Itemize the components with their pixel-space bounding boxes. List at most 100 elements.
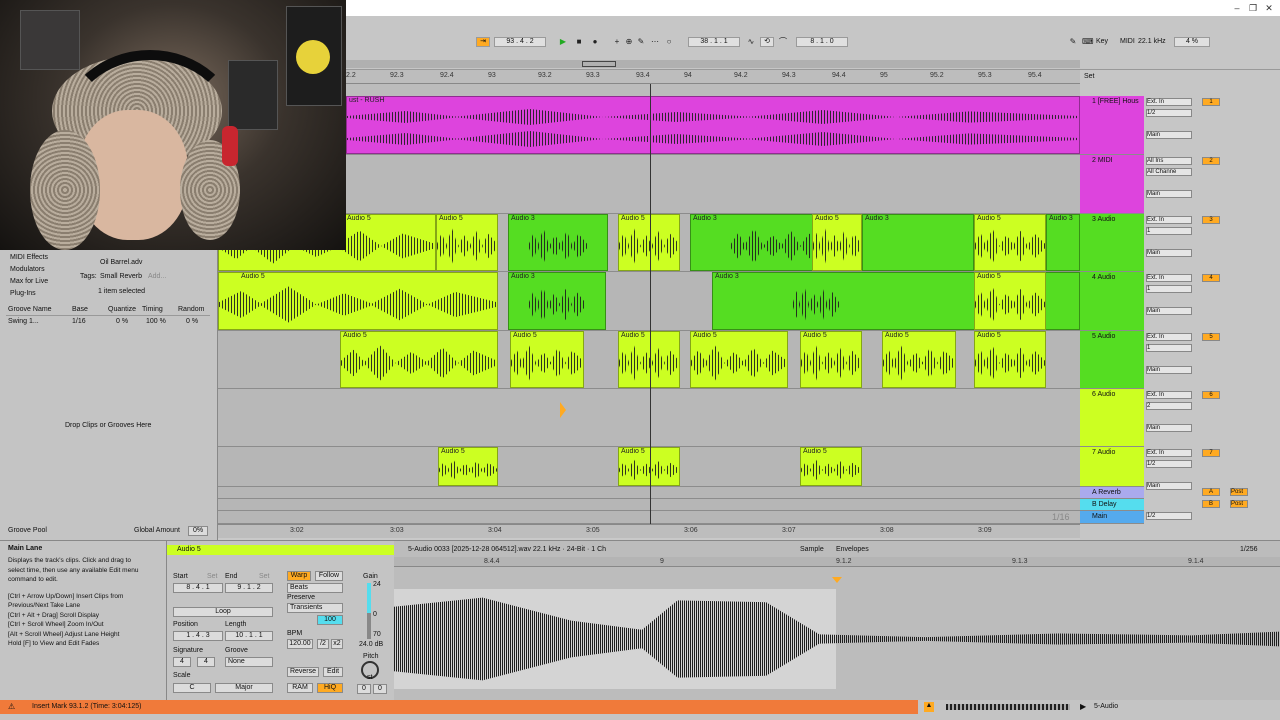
input-channel[interactable]: 1	[1146, 285, 1192, 293]
return-lane-a[interactable]	[218, 487, 1080, 499]
follow-button[interactable]: Follow	[315, 571, 343, 581]
end-field[interactable]: 9 . 1 . 2	[225, 583, 273, 593]
output-type[interactable]: Main	[1146, 424, 1192, 432]
clip-title-bar[interactable]: Audio 5	[167, 545, 395, 555]
clip-audio5[interactable]: Audio 5	[436, 214, 498, 271]
bpm-field[interactable]: 120.00	[287, 639, 313, 649]
track-activator[interactable]: 6	[1202, 391, 1220, 399]
play-icon[interactable]: ▶	[558, 37, 568, 47]
clip-audio5[interactable]: Audio 5	[974, 272, 1046, 330]
reverse-button[interactable]: Reverse	[287, 667, 319, 677]
half-tempo-button[interactable]: /2	[317, 639, 329, 649]
clip-audio5[interactable]: Audio 5	[800, 331, 862, 388]
punch-out-icon[interactable]: ⌒	[778, 37, 788, 47]
track-activator[interactable]: 3	[1202, 216, 1220, 224]
capture-icon[interactable]: ⋯	[650, 37, 660, 47]
sample-editor[interactable]: 5-Audio 0033 [2025-12-28 064512].wav 22.…	[394, 540, 1280, 700]
input-type[interactable]: Ext. In	[1146, 274, 1192, 282]
clip-audio5[interactable]: Audio 5	[618, 447, 680, 486]
sig-denominator[interactable]: 4	[197, 657, 215, 667]
track-activator[interactable]: 1	[1202, 98, 1220, 106]
track-lane-3[interactable]: Audio 5 Audio 5 Audio 3 Audio 5 Audio 3 …	[218, 214, 1080, 272]
input-channel[interactable]: 1/2	[1146, 460, 1192, 468]
scale-root[interactable]: C	[173, 683, 211, 693]
browser-file[interactable]: Oil Barrel.adv	[100, 259, 142, 266]
input-channel[interactable]: 1	[1146, 227, 1192, 235]
input-channel[interactable]: 2	[1146, 402, 1192, 410]
clip-audio3[interactable]: Audio 3	[508, 272, 606, 330]
play-track-icon[interactable]: ▶	[1080, 702, 1086, 711]
clip-audio3[interactable]: Audio 3	[1046, 214, 1080, 271]
beat-ruler[interactable]: 2.2 92.3 92.4 93 93.2 93.3 93.4 94 94.2 …	[346, 70, 1080, 84]
close-icon[interactable]: ✕	[1262, 2, 1276, 14]
output-type[interactable]: Main	[1146, 190, 1192, 198]
song-position-field[interactable]: 93 . 4 . 2	[494, 37, 546, 47]
computer-keyboard-icon[interactable]: ⌨	[1082, 37, 1094, 47]
clip-audio5[interactable]: Audio 5	[340, 331, 498, 388]
clip-audio5[interactable]: Audio 5	[510, 331, 584, 388]
groove-random[interactable]: 0 %	[186, 318, 198, 325]
sample-tab[interactable]: Sample	[800, 546, 824, 553]
post-button[interactable]: Post	[1230, 500, 1248, 508]
groove-timing[interactable]: 100 %	[146, 318, 166, 325]
track-header-1[interactable]: 1 [FREE] Hous	[1080, 96, 1144, 155]
clip-audio5[interactable]: Audio 5	[438, 447, 498, 486]
input-type[interactable]: Ext. In	[1146, 333, 1192, 341]
clip-audio3[interactable]: Audio 3	[508, 214, 608, 271]
track-header-7[interactable]: 7 Audio	[1080, 447, 1144, 487]
track-activator[interactable]: 7	[1202, 449, 1220, 457]
automation-icon[interactable]: ✎	[636, 37, 646, 47]
key-map-button[interactable]: Key	[1096, 38, 1108, 45]
groove-select[interactable]: None	[225, 657, 273, 667]
loop-icon[interactable]: ⟲	[760, 37, 774, 47]
scale-mode[interactable]: Major	[215, 683, 273, 693]
pitch-cents[interactable]: 0	[373, 684, 387, 694]
track-activator[interactable]: 5	[1202, 333, 1220, 341]
tag[interactable]: Small Reverb	[100, 273, 142, 280]
input-type[interactable]: Ext. In	[1146, 98, 1192, 106]
input-type[interactable]: Ext. In	[1146, 216, 1192, 224]
ram-button[interactable]: RAM	[287, 683, 313, 693]
input-channel[interactable]: 1	[1146, 344, 1192, 352]
return-activator[interactable]: A	[1202, 488, 1220, 496]
loop-length-field[interactable]: 8 . 1 . 0	[796, 37, 848, 47]
overview-strip[interactable]	[346, 60, 1080, 68]
input-channel[interactable]: 1/2	[1146, 109, 1192, 117]
clip-audio5[interactable]: Audio 5	[618, 214, 680, 271]
track-header-3[interactable]: 3 Audio	[1080, 214, 1144, 272]
input-channel[interactable]: All Channe	[1146, 168, 1192, 176]
overview-viewport[interactable]	[582, 61, 616, 67]
return-activator[interactable]: B	[1202, 500, 1220, 508]
return-header-a[interactable]: A Reverb	[1080, 487, 1144, 499]
output-type[interactable]: Main	[1146, 131, 1192, 139]
input-type[interactable]: Ext. In	[1146, 449, 1192, 457]
post-button[interactable]: Post	[1230, 488, 1248, 496]
browser-category[interactable]: MIDI Effects	[10, 254, 48, 261]
start-field[interactable]: 8 . 4 . 1	[173, 583, 223, 593]
warp-mode-select[interactable]: Beats	[287, 583, 343, 593]
output-type[interactable]: Main	[1146, 482, 1192, 490]
track-lane-1[interactable]: ust - RUSH	[218, 96, 1080, 155]
time-ruler[interactable]: 3:02 3:03 3:04 3:05 3:06 3:07 3:08 3:09	[218, 524, 1080, 538]
clip-audio5[interactable]: Audio 5	[800, 447, 862, 486]
draw-mode-icon[interactable]: ✎	[1068, 37, 1078, 47]
set-button[interactable]: Set	[1084, 73, 1095, 80]
clip-track1[interactable]: ust - RUSH	[346, 96, 1080, 154]
length-field[interactable]: 10 . 1 . 1	[225, 631, 273, 641]
start-set-button[interactable]: Set	[207, 573, 218, 580]
arrangement-view[interactable]: ust - RUSH Audio 5 Audio 5 Audio 3 Audio…	[218, 84, 1080, 524]
clip-audio5[interactable]: Audio 5	[974, 214, 1046, 271]
track-activator[interactable]: 4	[1202, 274, 1220, 282]
groove-quantize[interactable]: 0 %	[116, 318, 128, 325]
track-lane-6[interactable]	[218, 389, 1080, 447]
clip-audio5[interactable]: Audio 5	[812, 214, 862, 271]
track-lane-7[interactable]: Audio 5 Audio 5 Audio 5	[218, 447, 1080, 487]
global-amount-field[interactable]: 0%	[188, 526, 208, 536]
track-header-5[interactable]: 5 Audio	[1080, 331, 1144, 389]
track-lane-5[interactable]: Audio 5 Audio 5 Audio 5 Audio 5 Audio 5 …	[218, 331, 1080, 389]
groove-row[interactable]: Swing 1... 1/16 0 % 100 % 0 %	[6, 318, 210, 328]
output-type[interactable]: Main	[1146, 249, 1192, 257]
clip-audio5[interactable]: Audio 5	[218, 272, 498, 330]
gain-slider[interactable]	[367, 583, 371, 639]
track-activator[interactable]: 2	[1202, 157, 1220, 165]
